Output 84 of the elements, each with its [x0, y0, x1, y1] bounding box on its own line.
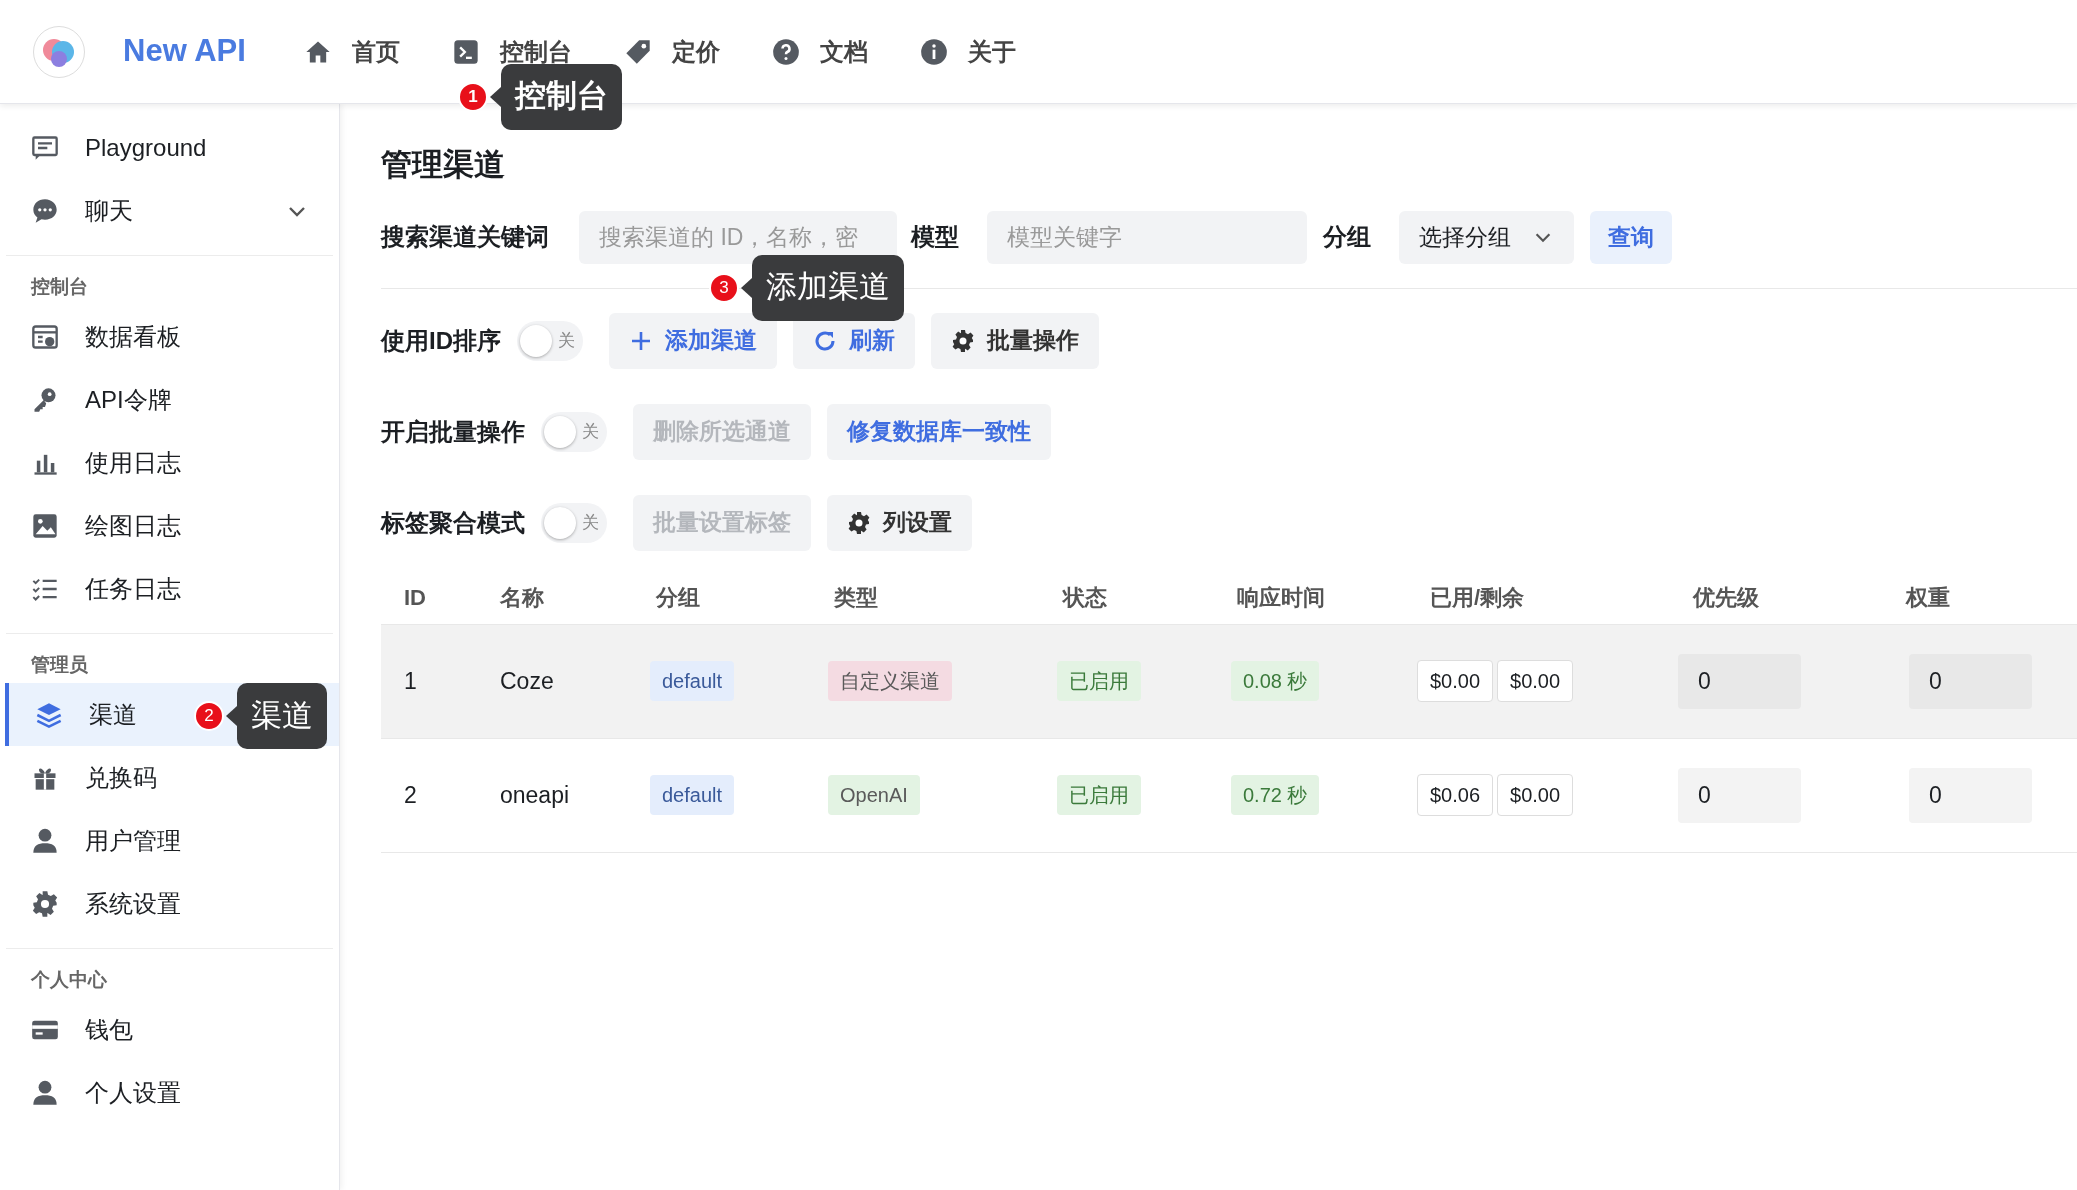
amount-tag: $0.00: [1497, 774, 1574, 816]
step-badge: 1: [457, 81, 488, 112]
column-header: 名称: [499, 583, 545, 612]
column-header: 已用/剩余: [1429, 583, 1526, 612]
toolbar-button[interactable]: 添加渠道: [609, 312, 777, 369]
sidebar-item[interactable]: 兑换码: [5, 746, 339, 809]
sidebar-item[interactable]: 用户管理: [5, 809, 339, 872]
number-field[interactable]: 0: [1678, 767, 1801, 823]
settings-icon: [951, 328, 975, 353]
amount-tag: $0.00: [1497, 660, 1574, 702]
nav-link[interactable]: 文档: [771, 33, 868, 70]
info-icon: [919, 37, 948, 66]
column-header: ID: [403, 583, 427, 612]
nav-link[interactable]: 定价: [623, 33, 720, 70]
column-header: 分组: [655, 583, 701, 612]
sidebar-item[interactable]: 聊天: [5, 179, 339, 242]
field-label: 搜索渠道关键词: [381, 222, 549, 252]
step-badge: 3: [709, 272, 739, 303]
brand-name[interactable]: New API: [123, 28, 246, 75]
query-button[interactable]: 查询: [1590, 210, 1672, 264]
field-label: 开启批量操作: [381, 416, 525, 447]
table-cell: Coze: [500, 667, 554, 694]
sidebar-item[interactable]: 数据看板: [5, 305, 339, 368]
column-header: 类型: [833, 583, 879, 612]
amount-tag: $0.06: [1417, 774, 1494, 816]
tag: 0.08 秒: [1231, 661, 1320, 701]
section-header: 控制台: [29, 274, 89, 299]
table-cell: 2: [404, 781, 417, 808]
page-title: 管理渠道: [381, 146, 506, 184]
toolbar-button[interactable]: 修复数据库一致性: [827, 403, 1051, 460]
sidebar-item[interactable]: 绘图日志: [5, 494, 339, 557]
chat-icon: [31, 196, 59, 225]
tooltip: 控制台: [500, 63, 622, 130]
tag: default: [650, 661, 735, 701]
dashboard-icon: [31, 322, 59, 351]
image-icon: [31, 511, 59, 540]
field-label: 标签聚合模式: [381, 507, 525, 538]
nav-link[interactable]: 首页: [303, 33, 400, 70]
column-header: 状态: [1061, 583, 1108, 612]
search-field[interactable]: 搜索渠道的 ID，名称，密: [579, 210, 897, 264]
tag: 自定义渠道: [828, 661, 952, 701]
sidebar-item[interactable]: 使用日志: [5, 431, 339, 494]
number-field[interactable]: 0: [1678, 653, 1801, 709]
message-icon: [31, 133, 59, 162]
amount-tag: $0.00: [1417, 660, 1494, 702]
sidebar-item[interactable]: 渠道 2 渠道: [5, 683, 339, 746]
column-header: 权重: [1904, 583, 1951, 612]
tooltip: 渠道: [237, 683, 327, 749]
search-field[interactable]: 模型关键字: [987, 210, 1307, 264]
section-header: 管理员: [30, 652, 89, 677]
number-field[interactable]: 0: [1909, 767, 2032, 823]
sidebar-item[interactable]: 个人设置: [5, 1061, 339, 1124]
nav-link[interactable]: 关于: [919, 33, 1016, 70]
field-label: 分组: [1323, 222, 1371, 252]
sidebar-item[interactable]: 任务日志: [5, 557, 339, 620]
user-icon: [31, 1078, 59, 1107]
column-header: 优先级: [1691, 583, 1760, 612]
table-row[interactable]: 1 Coze default 自定义渠道 已启用 0.08 秒 $0.00 $0.00 0 0: [381, 624, 2077, 739]
sidebar-item[interactable]: Playground: [5, 116, 339, 179]
sidebar-item[interactable]: 钱包: [5, 998, 339, 1061]
field-label: 使用ID排序: [381, 325, 501, 356]
settings-icon: [31, 889, 59, 918]
toolbar-button[interactable]: 批量操作: [931, 312, 1099, 369]
user-icon: [31, 826, 59, 855]
terminal-icon: [451, 37, 480, 66]
tag: default: [650, 775, 735, 815]
step-badge: 2: [194, 701, 224, 731]
tag: 0.72 秒: [1231, 775, 1320, 815]
group-select[interactable]: 选择分组: [1399, 210, 1574, 264]
number-field[interactable]: 0: [1909, 653, 2032, 709]
tag: 已启用: [1057, 775, 1141, 815]
section-header: 个人中心: [30, 967, 108, 992]
tag: OpenAI: [828, 775, 920, 815]
settings-icon: [847, 510, 871, 535]
help-icon: [771, 37, 800, 66]
table-cell: oneapi: [500, 781, 570, 808]
sidebar-item[interactable]: 系统设置: [5, 872, 339, 935]
field-label: 模型: [911, 222, 959, 252]
toolbar-button[interactable]: 列设置: [827, 494, 972, 551]
column-header: 响应时间: [1236, 583, 1326, 612]
sidebar-item[interactable]: API令牌: [5, 368, 339, 431]
tooltip: 添加渠道: [752, 254, 904, 321]
tag: 已启用: [1057, 661, 1141, 701]
table-cell: 1: [404, 667, 417, 694]
